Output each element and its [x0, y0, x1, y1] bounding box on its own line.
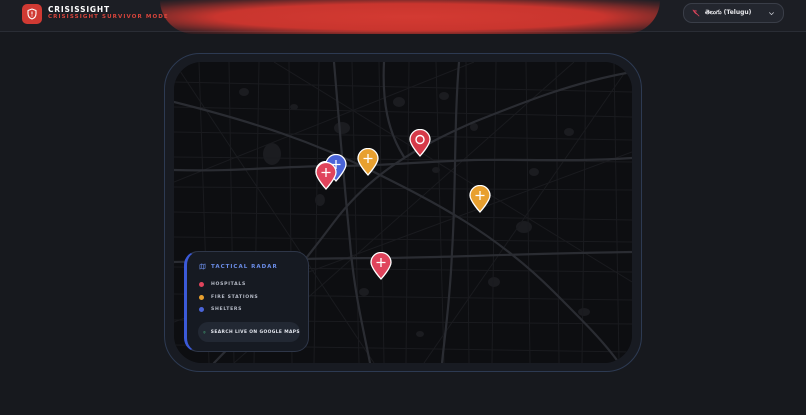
- app-title: CRISISSIGHT: [48, 5, 110, 14]
- header-glow: [160, 0, 660, 34]
- legend-item-shelters: SHELTERS: [199, 307, 242, 312]
- legend-label: HOSPITALS: [211, 282, 247, 287]
- legend-label: SHELTERS: [211, 307, 243, 312]
- map-marker-hospital[interactable]: [370, 252, 392, 280]
- tactical-radar-legend: TACTICAL RADAR HOSPITALS FIRE STATIONS S…: [184, 251, 309, 352]
- legend-label: FIRE STATIONS: [211, 295, 259, 300]
- legend-item-fire-stations: FIRE STATIONS: [199, 295, 258, 300]
- shelter-dot: [199, 307, 204, 312]
- fire-station-dot: [199, 295, 204, 300]
- hospital-dot: [199, 282, 204, 287]
- app-subtitle: CRISISSIGHT SURVIVOR MODE: [48, 14, 169, 20]
- map-pin-icon: [203, 330, 206, 334]
- translate-off-icon: [692, 9, 700, 17]
- map-icon: [199, 263, 206, 270]
- map-marker-location[interactable]: [409, 129, 431, 157]
- chevron-down-icon: [769, 12, 774, 16]
- language-select[interactable]: తెలుగు (Telugu): [683, 3, 784, 23]
- map-marker-hospital-front[interactable]: [315, 162, 337, 190]
- legend-header: TACTICAL RADAR: [199, 263, 278, 270]
- shield-icon: [27, 8, 37, 20]
- search-button-label: SEARCH LIVE ON GOOGLE MAPS: [210, 329, 300, 335]
- app-header: CRISISSIGHT CRISISSIGHT SURVIVOR MODE తె…: [0, 0, 806, 34]
- legend-item-hospitals: HOSPITALS: [199, 282, 246, 287]
- legend-title: TACTICAL RADAR: [211, 263, 278, 270]
- search-google-maps-button[interactable]: SEARCH LIVE ON GOOGLE MAPS: [198, 322, 300, 342]
- app-logo[interactable]: [22, 4, 42, 24]
- language-label: తెలుగు (Telugu): [705, 9, 752, 16]
- map-marker-fire-station[interactable]: [357, 148, 379, 176]
- map-marker-fire-station[interactable]: [469, 185, 491, 213]
